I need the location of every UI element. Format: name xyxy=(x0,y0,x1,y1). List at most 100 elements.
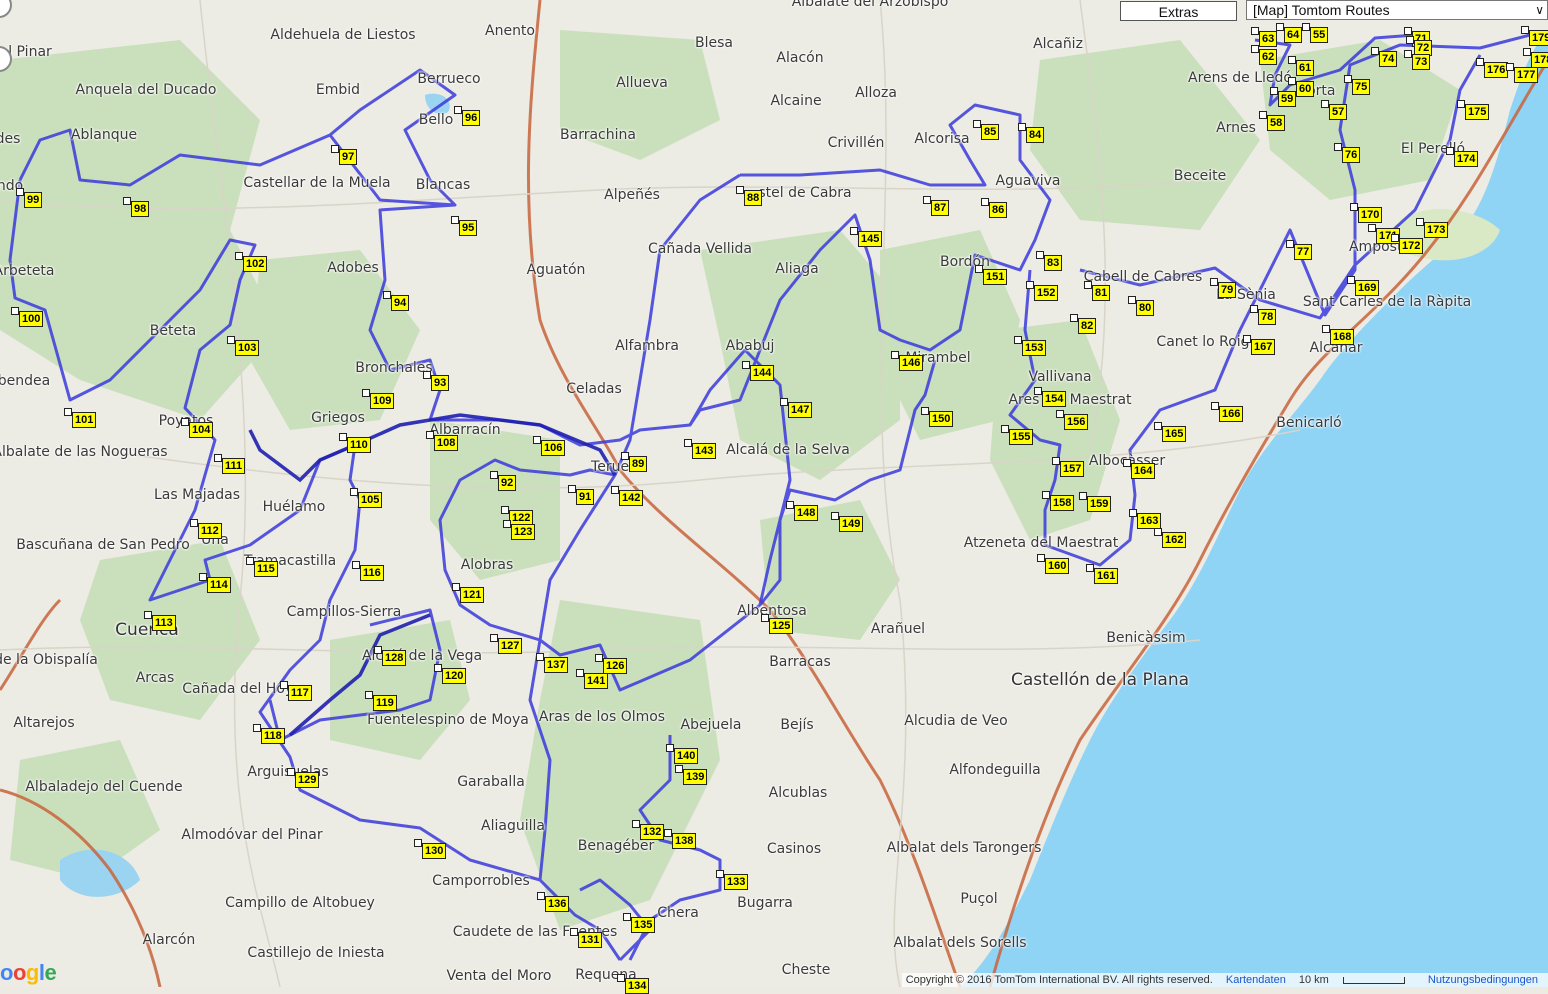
waypoint-dot-icon xyxy=(1350,203,1358,211)
waypoint-dot-icon xyxy=(1344,75,1352,83)
waypoint-label: 161 xyxy=(1094,568,1119,584)
waypoint-label: 75 xyxy=(1352,79,1371,95)
waypoint-dot-icon xyxy=(331,145,339,153)
map-footer: Copyright © 2016 TomTom International BV… xyxy=(901,973,1548,987)
waypoint-dot-icon xyxy=(1457,100,1465,108)
waypoint-dot-icon xyxy=(675,765,683,773)
waypoint-dot-icon xyxy=(1391,234,1399,242)
waypoint-dot-icon xyxy=(850,227,858,235)
waypoint-label: 86 xyxy=(989,202,1008,218)
waypoint-label: 57 xyxy=(1329,104,1348,120)
terms-link[interactable]: Nutzungsbedingungen xyxy=(1428,974,1538,986)
waypoint-label: 101 xyxy=(72,412,97,428)
waypoint-dot-icon xyxy=(761,614,769,622)
waypoint-dot-icon xyxy=(891,351,899,359)
waypoint-dot-icon xyxy=(246,557,254,565)
waypoint-dot-icon xyxy=(503,520,511,528)
waypoint-dot-icon xyxy=(490,634,498,642)
waypoint-label: 120 xyxy=(442,668,467,684)
waypoint-label: 79 xyxy=(1218,282,1237,298)
map-data-link[interactable]: Kartendaten xyxy=(1226,974,1286,986)
waypoint-dot-icon xyxy=(235,252,243,260)
waypoint-dot-icon xyxy=(742,361,750,369)
waypoint-dot-icon xyxy=(537,892,545,900)
waypoint-label: 173 xyxy=(1424,222,1449,238)
waypoint-dot-icon xyxy=(365,691,373,699)
waypoint-label: 176 xyxy=(1484,62,1509,78)
waypoint-label: 138 xyxy=(672,833,697,849)
waypoint-label: 111 xyxy=(222,458,246,474)
waypoint-dot-icon xyxy=(1018,123,1026,131)
waypoint-label: 141 xyxy=(584,673,609,689)
waypoint-label: 89 xyxy=(629,456,648,472)
waypoint-dot-icon xyxy=(144,611,152,619)
scale-text: 10 km xyxy=(1298,974,1329,986)
waypoint-dot-icon xyxy=(666,744,674,752)
waypoint-label: 61 xyxy=(1296,60,1315,76)
waypoint-label: 117 xyxy=(288,685,312,701)
waypoint-label: 64 xyxy=(1284,27,1303,43)
waypoint-label: 165 xyxy=(1162,426,1187,442)
waypoint-label: 126 xyxy=(603,658,628,674)
waypoint-dot-icon xyxy=(623,913,631,921)
waypoint-label: 159 xyxy=(1087,496,1112,512)
waypoint-label: 63 xyxy=(1259,31,1278,47)
waypoint-label: 140 xyxy=(674,748,699,764)
waypoint-label: 143 xyxy=(692,443,717,459)
waypoint-label: 73 xyxy=(1412,54,1431,70)
waypoint-label: 136 xyxy=(545,896,570,912)
waypoint-dot-icon xyxy=(1079,492,1087,500)
layer-select-value: [Map] Tomtom Routes xyxy=(1253,2,1390,18)
waypoint-dot-icon xyxy=(1128,296,1136,304)
waypoint-dot-icon xyxy=(1368,224,1376,232)
waypoint-label: 177 xyxy=(1514,67,1539,83)
waypoint-label: 166 xyxy=(1219,406,1244,422)
map-canvas[interactable] xyxy=(0,0,1548,987)
waypoint-dot-icon xyxy=(287,768,295,776)
waypoint-dot-icon xyxy=(632,820,640,828)
scale-label: 10 km xyxy=(1299,974,1415,986)
waypoint-label: 93 xyxy=(431,375,450,391)
waypoint-dot-icon xyxy=(1036,251,1044,259)
waypoint-dot-icon xyxy=(1302,23,1310,31)
waypoint-dot-icon xyxy=(981,198,989,206)
waypoint-dot-icon xyxy=(1251,27,1259,35)
waypoint-label: 160 xyxy=(1045,558,1070,574)
waypoint-dot-icon xyxy=(214,454,222,462)
waypoint-label: 152 xyxy=(1034,285,1059,301)
layer-select[interactable]: [Map] Tomtom Routes ∨ xyxy=(1246,0,1548,20)
waypoint-dot-icon xyxy=(923,196,931,204)
waypoint-label: 99 xyxy=(24,192,43,208)
waypoint-label: 137 xyxy=(544,657,569,673)
waypoint-dot-icon xyxy=(1243,335,1251,343)
waypoint-dot-icon xyxy=(1251,45,1259,53)
waypoint-label: 144 xyxy=(750,365,775,381)
waypoint-label: 103 xyxy=(235,340,260,356)
waypoint-label: 106 xyxy=(541,440,566,456)
waypoint-dot-icon xyxy=(1129,509,1137,517)
waypoint-dot-icon xyxy=(253,724,261,732)
scale-bar xyxy=(1342,976,1405,984)
waypoint-dot-icon xyxy=(1404,50,1412,58)
waypoint-label: 178 xyxy=(1531,52,1548,68)
waypoint-label: 110 xyxy=(347,437,371,453)
waypoint-dot-icon xyxy=(1052,457,1060,465)
waypoint-dot-icon xyxy=(374,646,382,654)
waypoint-label: 95 xyxy=(459,220,478,236)
waypoint-label: 130 xyxy=(422,843,447,859)
waypoint-label: 157 xyxy=(1060,461,1085,477)
waypoint-dot-icon xyxy=(1288,77,1296,85)
waypoint-label: 146 xyxy=(899,355,924,371)
waypoint-label: 149 xyxy=(839,516,864,532)
waypoint-label: 154 xyxy=(1042,391,1067,407)
waypoint-label: 132 xyxy=(640,824,665,840)
waypoint-label: 119 xyxy=(373,695,397,711)
waypoint-label: 76 xyxy=(1342,147,1361,163)
waypoint-dot-icon xyxy=(1416,218,1424,226)
waypoint-label: 113 xyxy=(152,615,176,631)
waypoint-label: 78 xyxy=(1258,309,1277,325)
waypoint-label: 169 xyxy=(1355,280,1380,296)
extras-button[interactable]: Extras xyxy=(1120,1,1237,21)
waypoint-label: 142 xyxy=(619,490,644,506)
waypoint-label: 129 xyxy=(295,772,320,788)
